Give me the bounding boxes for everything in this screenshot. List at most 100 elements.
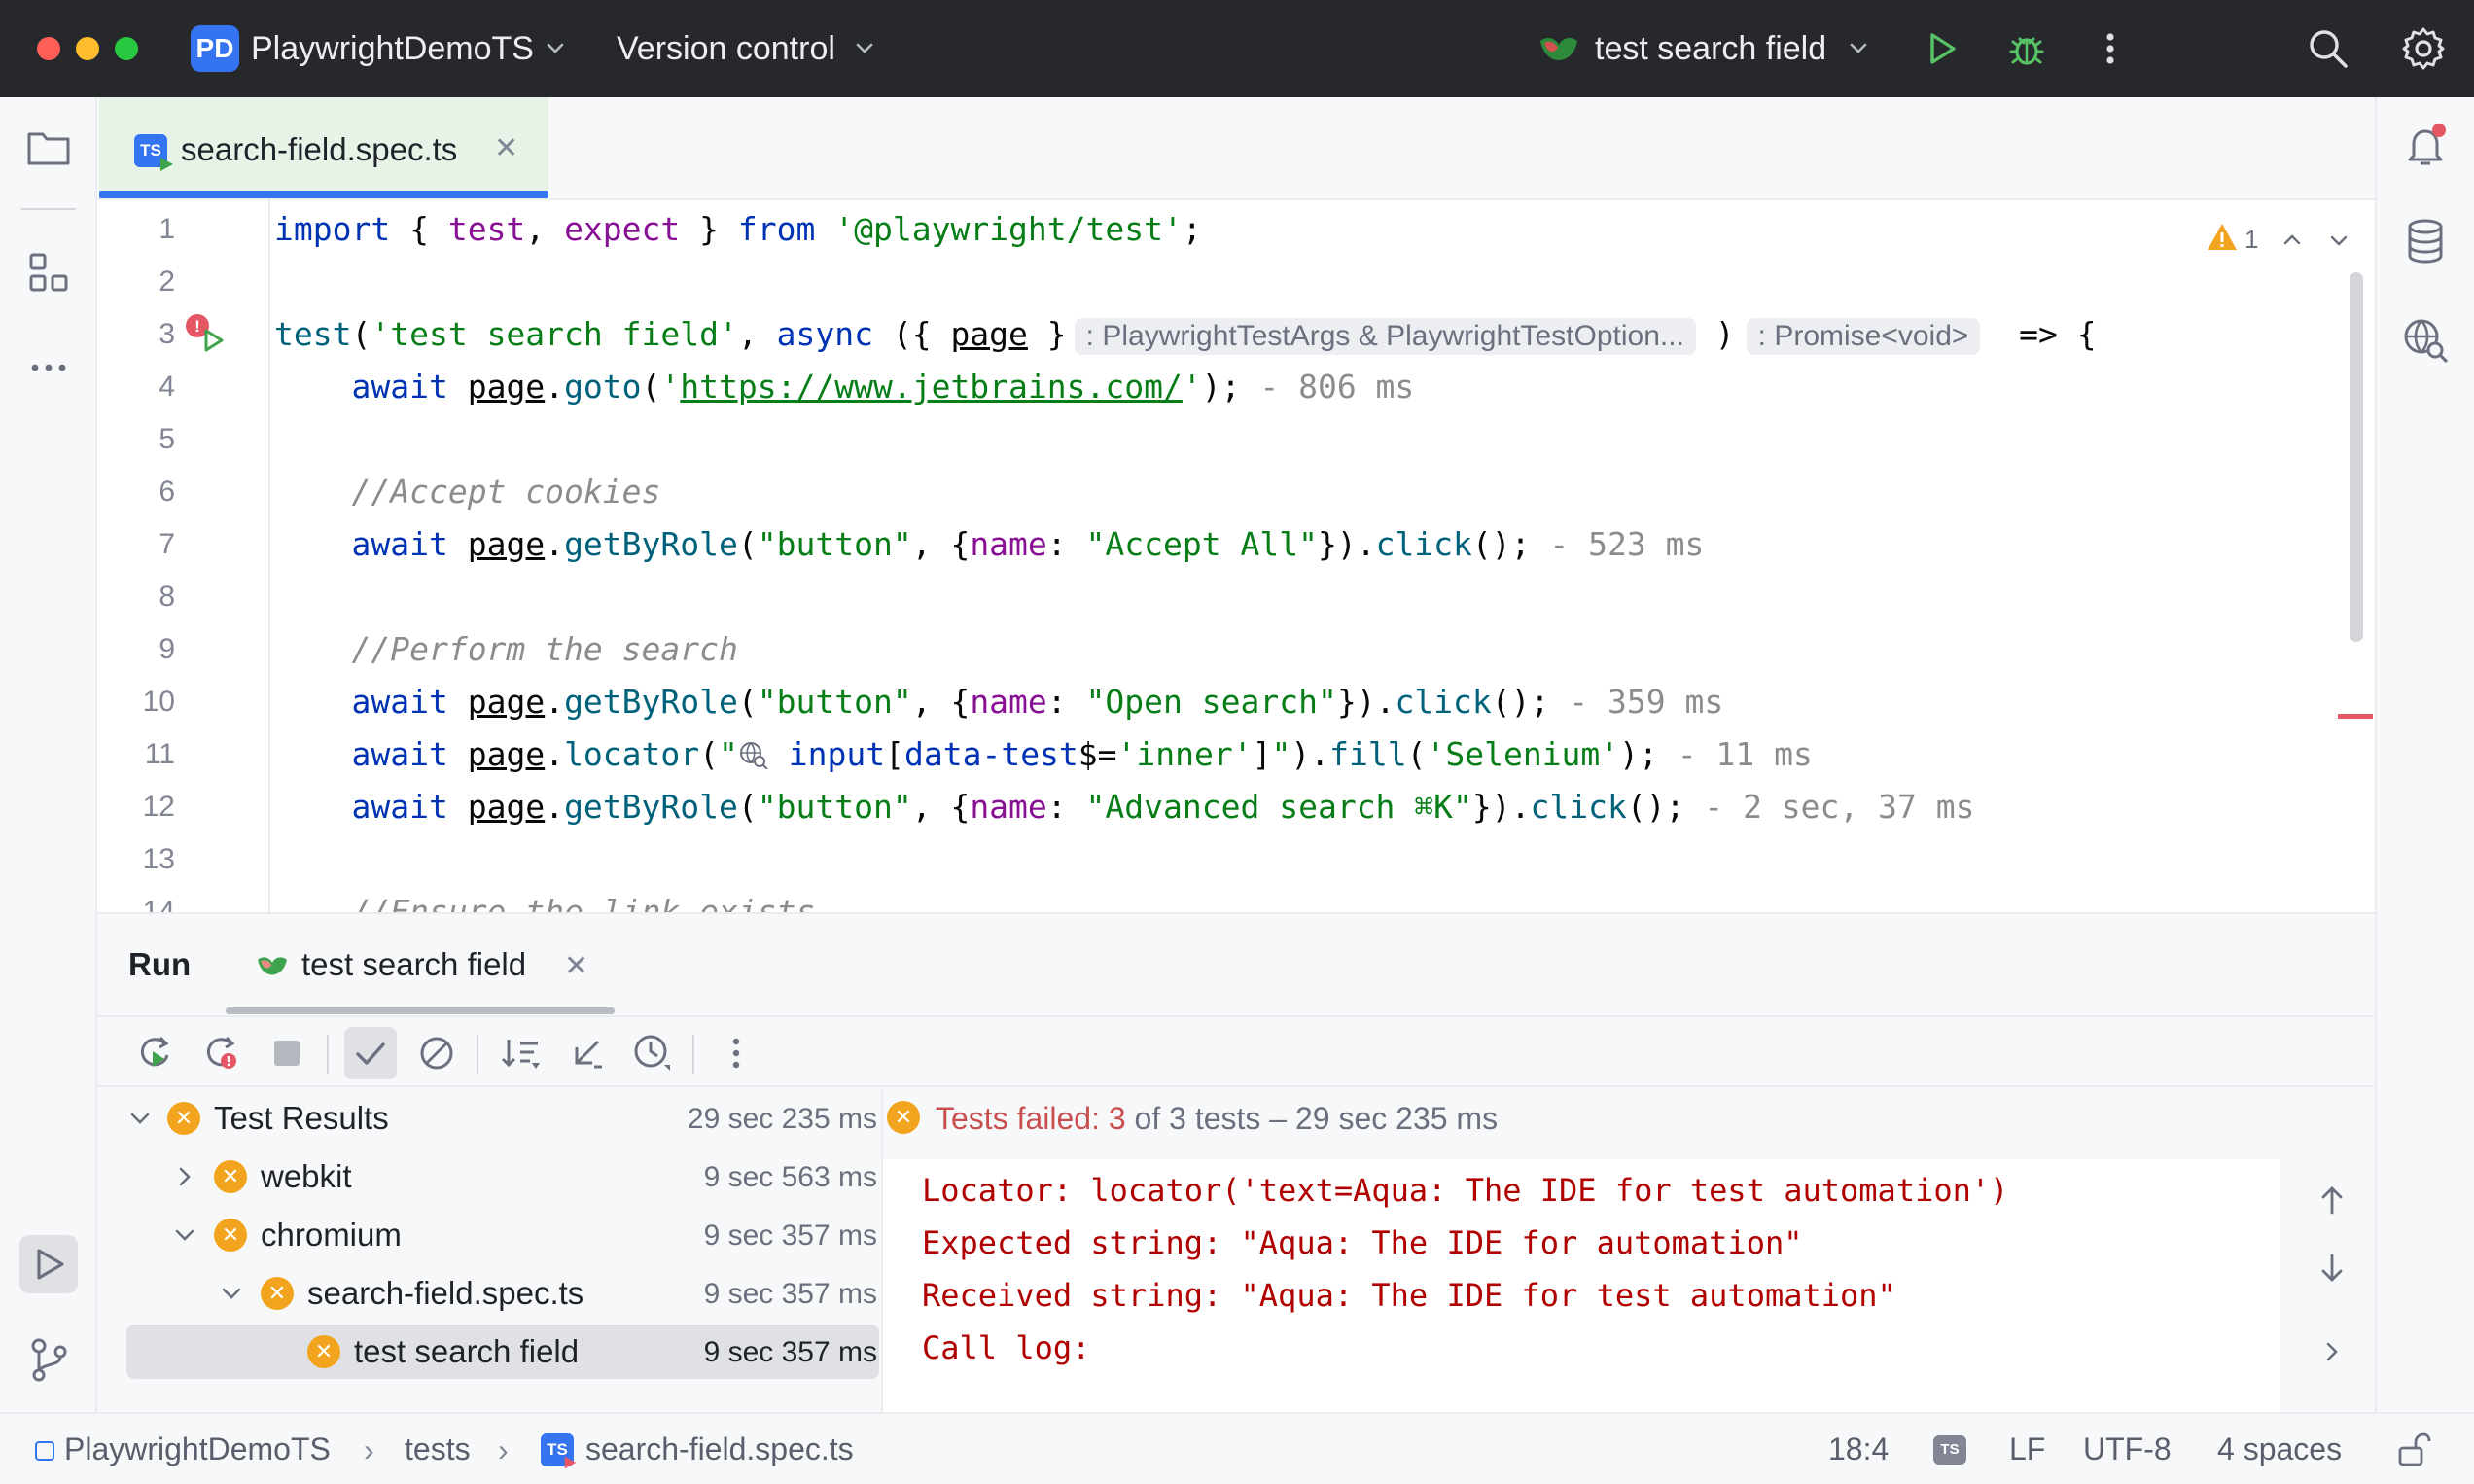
test-run-marker-icon: [160, 158, 173, 171]
chevron-down-icon[interactable]: [1844, 33, 1873, 62]
caret-position[interactable]: 18:4: [1828, 1430, 1889, 1468]
typescript-service-icon[interactable]: TS: [1933, 1435, 1966, 1465]
code-editor[interactable]: 1 2 3 4 5 6 7 8 9 10 11 12 13 14 ! impor…: [97, 200, 2375, 912]
line-separator[interactable]: LF: [2009, 1430, 2045, 1468]
rerun-failed-button[interactable]: [194, 1027, 247, 1079]
chevron-down-icon[interactable]: [2326, 228, 2351, 253]
code-line[interactable]: await page.getByRole("button", {name: "O…: [274, 683, 1723, 722]
right-tool-window-bar: [2375, 97, 2474, 1412]
test-history-button[interactable]: [626, 1027, 679, 1079]
run-tab-test-search-field[interactable]: test search field: [301, 945, 526, 984]
execution-time-hint: - 359 ms: [1549, 683, 1724, 721]
web-locator-icon[interactable]: [738, 740, 769, 770]
test-failed-icon: ✕: [261, 1277, 294, 1310]
code-line[interactable]: import { test, expect } from '@playwrigh…: [274, 210, 1202, 249]
tree-item-spec-file[interactable]: ✕ search-field.spec.ts 9 sec 357 ms: [126, 1266, 879, 1321]
notifications-icon: [2408, 124, 2446, 165]
run-configuration-selector[interactable]: test search field: [1595, 29, 1826, 68]
tree-item-test-results[interactable]: ✕ Test Results 29 sec 235 ms: [126, 1091, 879, 1146]
line-number: 10: [142, 686, 175, 718]
expand-toolbar-button[interactable]: [2311, 1330, 2353, 1373]
breadcrumb-project[interactable]: PlaywrightDemoTS: [64, 1430, 331, 1468]
editor-scrollbar[interactable]: [2350, 272, 2363, 642]
rerun-button[interactable]: [128, 1027, 181, 1079]
close-tab-icon[interactable]: ✕: [494, 134, 518, 163]
more-options-button[interactable]: [710, 1027, 762, 1079]
more-tool-windows-button[interactable]: [19, 338, 78, 397]
tree-item-test-search-field[interactable]: ✕ test search field 9 sec 357 ms: [126, 1325, 879, 1379]
status-bar: PlaywrightDemoTS › tests › TS search-fie…: [0, 1412, 2474, 1484]
zoom-window-button[interactable]: [115, 37, 138, 60]
console-line: Received string: "Aqua: The IDE for test…: [922, 1277, 1896, 1314]
run-tool-button[interactable]: [19, 1235, 78, 1293]
test-failed-run-icon[interactable]: !: [183, 311, 228, 354]
tree-item-chromium[interactable]: ✕ chromium 9 sec 357 ms: [126, 1208, 879, 1262]
structure-tool-button[interactable]: [19, 243, 78, 301]
breadcrumb-separator: ›: [364, 1432, 374, 1467]
history-icon: [634, 1035, 670, 1071]
run-icon: [1930, 33, 1956, 64]
show-passed-toggle[interactable]: [344, 1027, 397, 1079]
run-toolbar: [97, 1015, 2375, 1087]
console-line: Call log:: [922, 1329, 1091, 1366]
code-line[interactable]: await page.getByRole("button", {name: "A…: [274, 525, 1704, 564]
chevron-up-icon[interactable]: [2280, 228, 2305, 253]
breadcrumb-folder[interactable]: tests: [405, 1430, 471, 1468]
inspection-widget[interactable]: 1: [2206, 218, 2361, 261]
code-comment: //Ensure the link exists: [351, 893, 816, 912]
database-tool-button[interactable]: [2396, 212, 2455, 270]
import-tests-button[interactable]: [560, 1027, 613, 1079]
error-stripe-marker[interactable]: [2338, 714, 2373, 719]
indent-setting[interactable]: 4 spaces: [2217, 1430, 2342, 1468]
chevron-down-icon[interactable]: [171, 1221, 198, 1249]
code-line[interactable]: //Ensure the link exists: [274, 893, 815, 912]
code-line[interactable]: await page.locator(" input[data-test$='i…: [274, 735, 1812, 774]
more-actions-button[interactable]: [2085, 23, 2136, 74]
show-ignored-toggle[interactable]: [410, 1027, 463, 1079]
code-line[interactable]: //Perform the search: [274, 630, 737, 669]
code-line[interactable]: test('test search field', async ({ page …: [274, 315, 2097, 355]
project-selector[interactable]: PlaywrightDemoTS: [251, 29, 534, 68]
minimize-window-button[interactable]: [76, 37, 99, 60]
code-comment: //Accept cookies: [351, 473, 661, 511]
breadcrumb-file[interactable]: search-field.spec.ts: [585, 1430, 854, 1468]
checkmark-icon: [356, 1042, 385, 1065]
warning-count: 1: [2244, 225, 2259, 254]
project-tool-button[interactable]: [19, 119, 78, 177]
stop-button[interactable]: [261, 1027, 313, 1079]
next-occurrence-button[interactable]: [2311, 1247, 2353, 1290]
tree-item-label: webkit: [261, 1158, 352, 1194]
database-icon: [2408, 219, 2443, 264]
console-output[interactable]: Locator: locator('text=Aqua: The IDE for…: [883, 1159, 2280, 1414]
chevron-down-icon[interactable]: [850, 33, 879, 62]
line-number: 13: [142, 843, 175, 875]
chevron-down-icon[interactable]: [126, 1105, 154, 1132]
close-run-tab-icon[interactable]: ✕: [564, 949, 588, 983]
file-encoding[interactable]: UTF-8: [2083, 1430, 2172, 1468]
return-type-inlay-hint: : Promise<void>: [1746, 318, 1981, 355]
settings-button[interactable]: [2398, 23, 2449, 74]
notifications-button[interactable]: [2396, 117, 2455, 175]
chevron-down-icon[interactable]: [218, 1280, 245, 1307]
debug-button[interactable]: [2001, 23, 2052, 74]
git-tool-button[interactable]: [19, 1330, 78, 1389]
code-line[interactable]: await page.goto('https://www.jetbrains.c…: [274, 368, 1414, 406]
close-window-button[interactable]: [37, 37, 60, 60]
previous-occurrence-button[interactable]: [2311, 1179, 2353, 1221]
run-button[interactable]: [1916, 23, 1966, 74]
version-control-menu[interactable]: Version control: [617, 29, 835, 68]
lock-icon[interactable]: [2396, 1431, 2431, 1468]
chevron-right-icon[interactable]: [171, 1163, 198, 1190]
structure-icon: [29, 253, 68, 292]
tree-item-webkit[interactable]: ✕ webkit 9 sec 563 ms: [126, 1149, 879, 1204]
search-everywhere-button[interactable]: [2303, 23, 2353, 74]
test-failed-icon: ✕: [214, 1219, 247, 1252]
sort-button[interactable]: [494, 1027, 547, 1079]
code-line[interactable]: //Accept cookies: [274, 473, 660, 512]
web-inspector-tool-button[interactable]: [2396, 311, 2455, 370]
project-badge[interactable]: PD: [191, 25, 239, 72]
folder-icon: [27, 132, 70, 165]
code-line[interactable]: await page.getByRole("button", {name: "A…: [274, 788, 1974, 827]
editor-tab-search-field-spec[interactable]: TS search-field.spec.ts ✕: [99, 97, 548, 200]
chevron-down-icon[interactable]: [541, 33, 570, 62]
